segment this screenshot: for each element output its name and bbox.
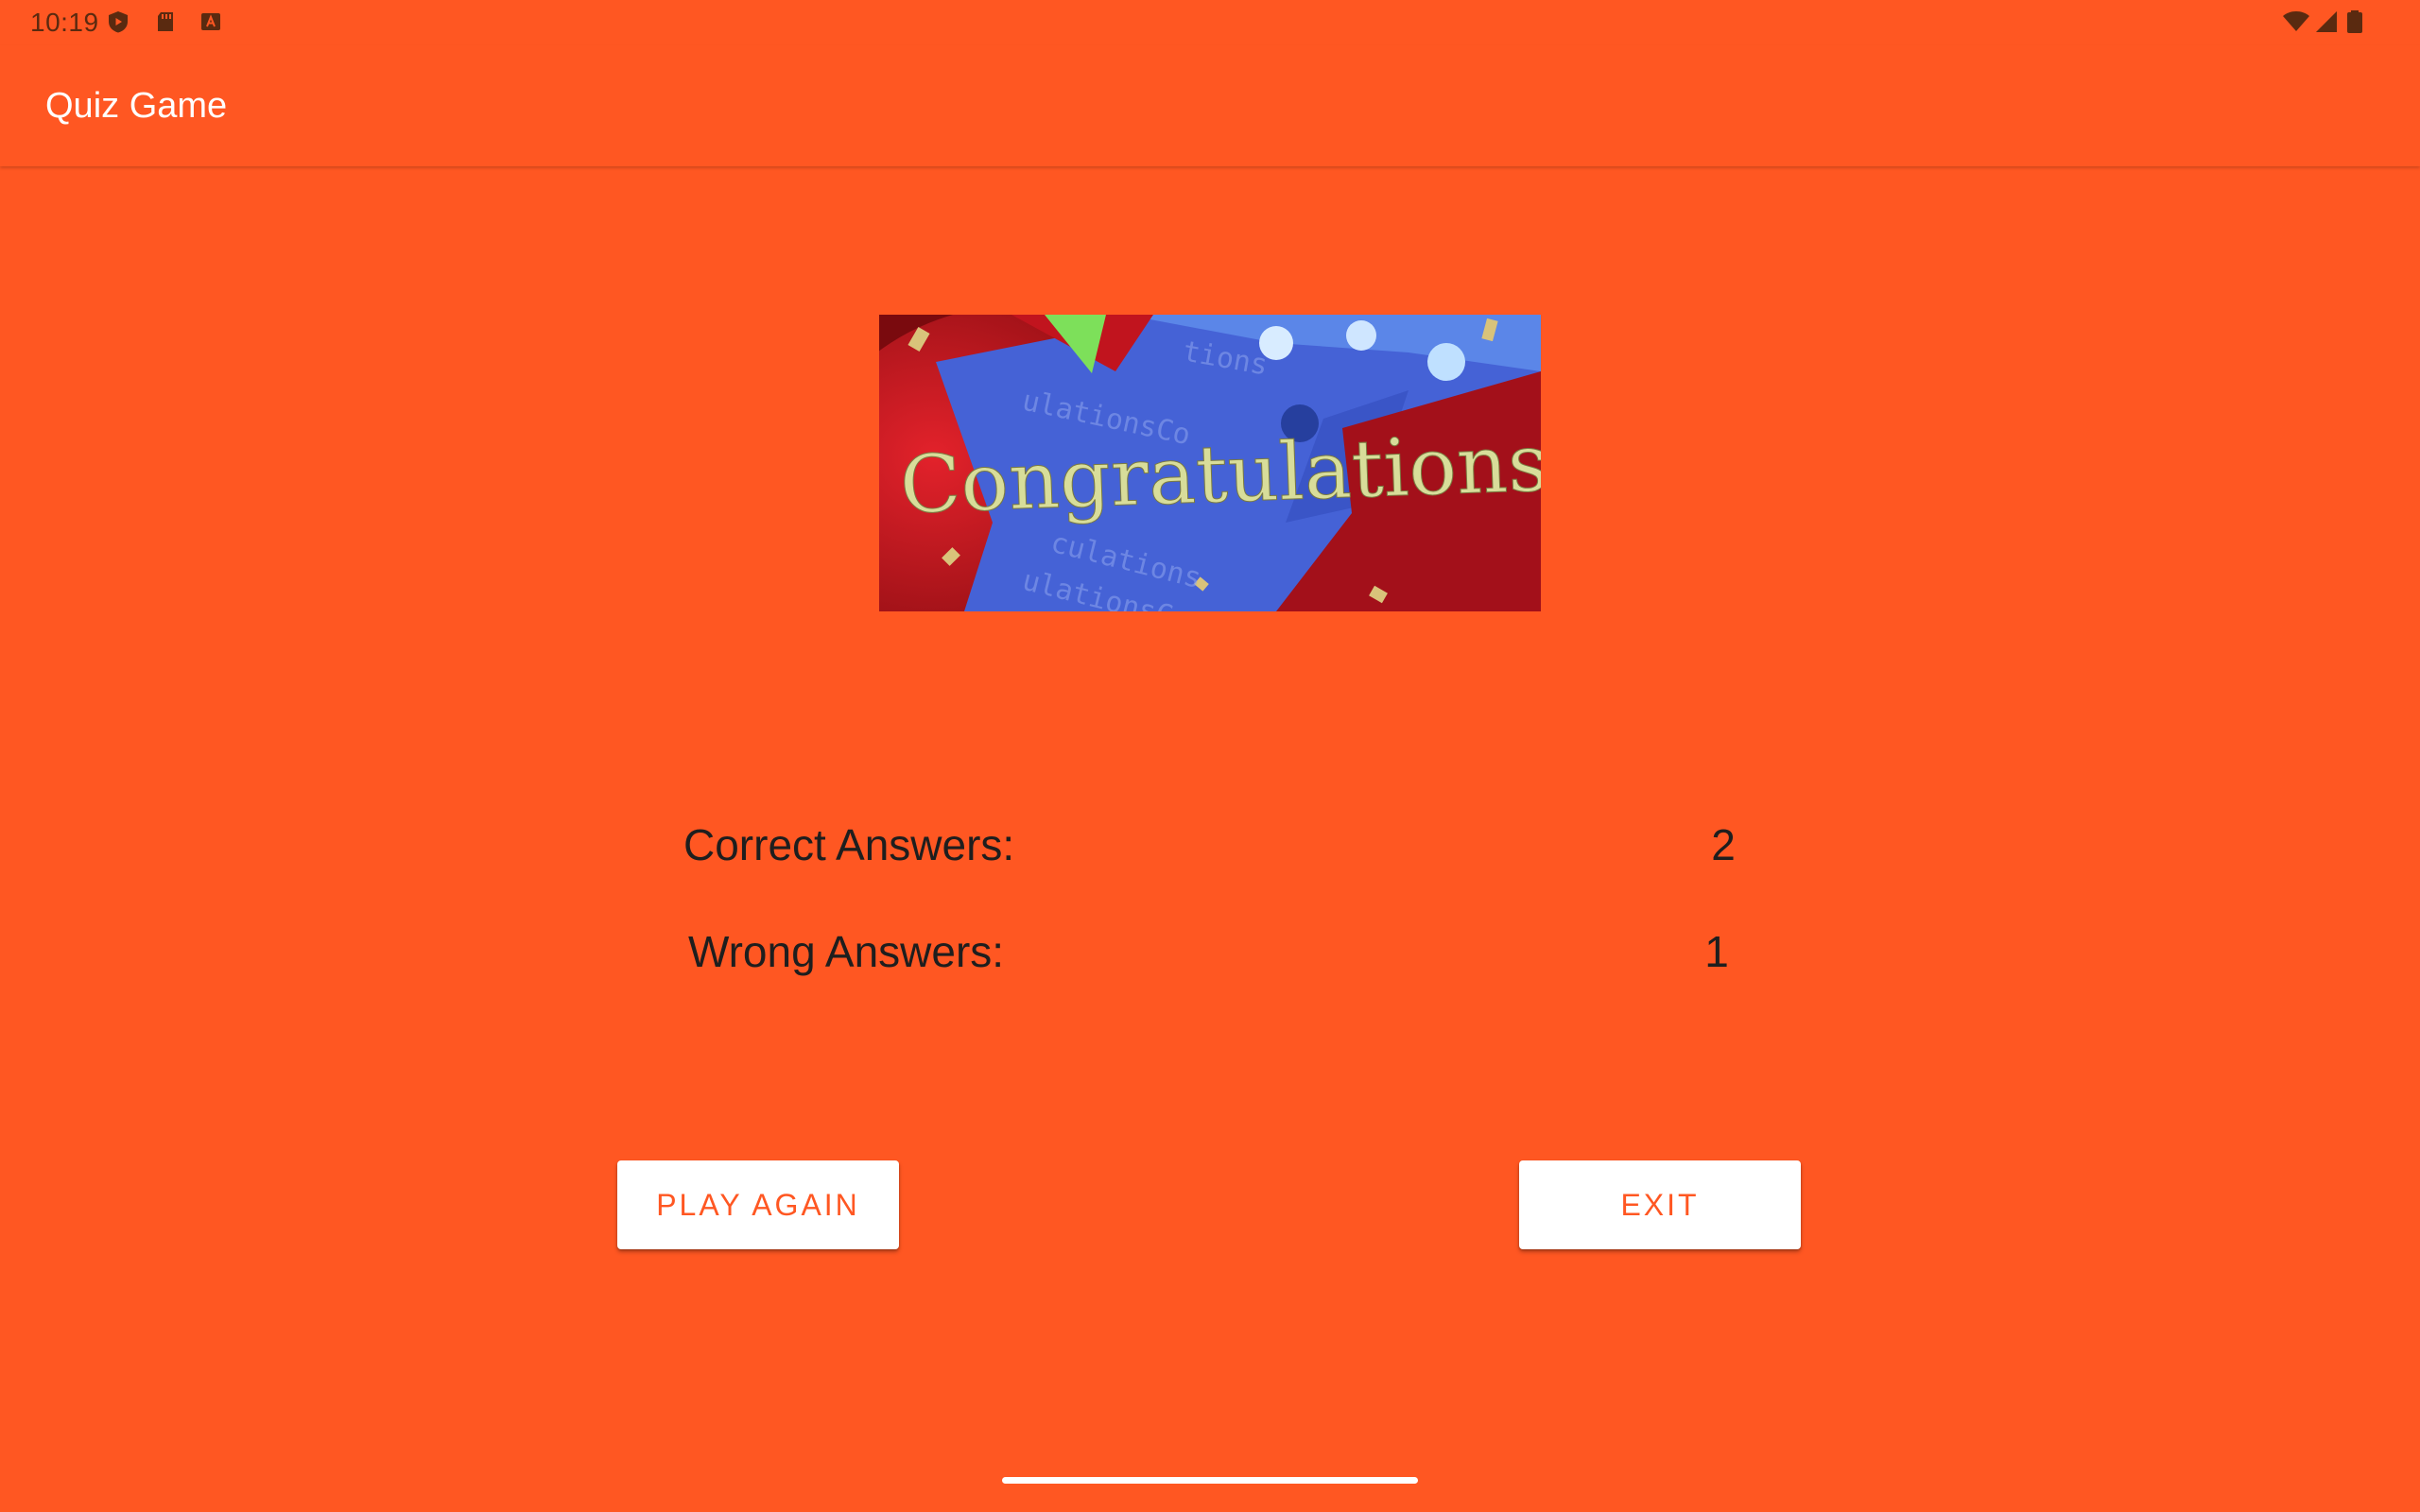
gesture-navigation-bar[interactable] xyxy=(1002,1477,1418,1484)
keyboard-a-icon xyxy=(199,9,223,34)
wrong-answers-label: Wrong Answers: xyxy=(688,927,1005,976)
congratulations-image: tions ulationsCo culations ulationsC Con… xyxy=(879,315,1541,611)
wrong-answers-value: 1 xyxy=(1704,927,1729,976)
shield-play-icon xyxy=(106,9,130,34)
status-bar: 10:19 xyxy=(0,0,2420,45)
exit-button[interactable]: EXIT xyxy=(1519,1160,1801,1249)
battery-icon xyxy=(2346,9,2371,34)
status-time: 10:19 xyxy=(30,8,99,37)
app-title: Quiz Game xyxy=(45,86,228,126)
app-bar: Quiz Game xyxy=(0,45,2420,166)
sd-card-icon xyxy=(153,9,178,34)
cell-signal-icon xyxy=(2314,9,2339,34)
correct-answers-label: Correct Answers: xyxy=(683,820,1015,869)
correct-answers-value: 2 xyxy=(1711,820,1736,869)
wifi-icon xyxy=(2282,9,2309,34)
play-again-button[interactable]: PLAY AGAIN xyxy=(617,1160,899,1249)
